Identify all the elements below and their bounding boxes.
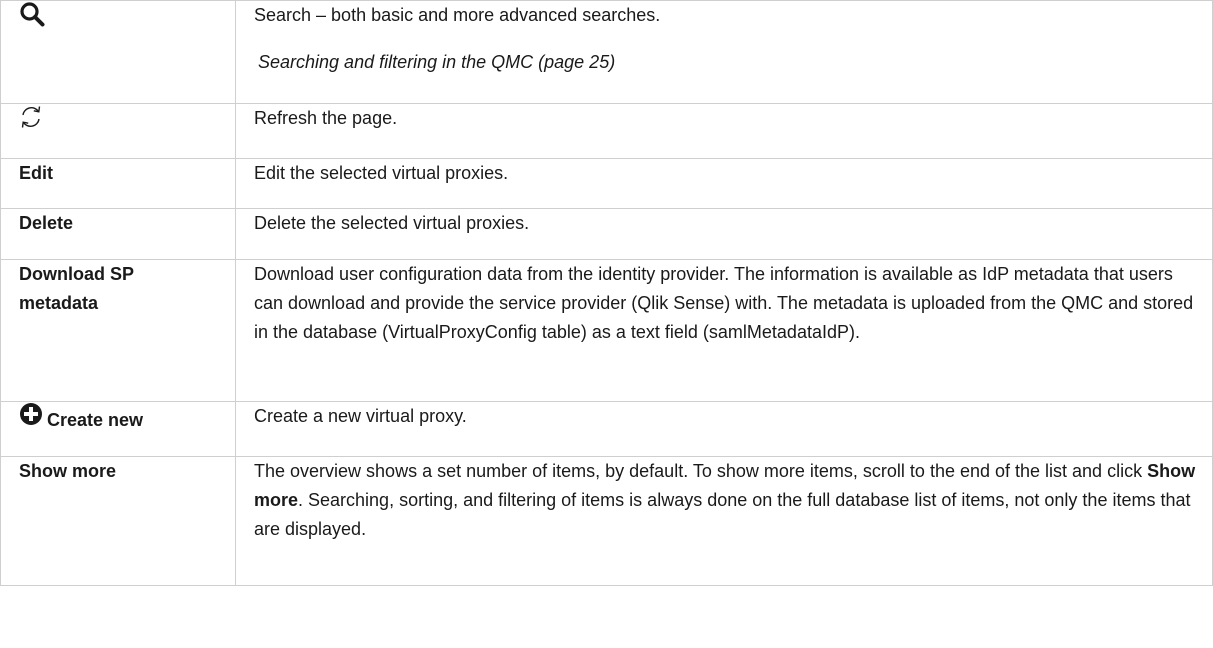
term-cell: Download SP metadata xyxy=(0,259,236,402)
term-label: Create new xyxy=(47,410,144,430)
term-label: Edit xyxy=(19,163,53,183)
description-text: . Searching, sorting, and filtering of i… xyxy=(254,490,1191,539)
description-cell: Search – both basic and more advanced se… xyxy=(235,0,1213,104)
table-row: Create new Create a new virtual proxy. xyxy=(0,401,1213,457)
description-cell: Download user configuration data from th… xyxy=(235,259,1213,402)
description-text: The overview shows a set number of items… xyxy=(254,461,1148,481)
term-label: Show more xyxy=(19,461,117,481)
table-row: Show more The overview shows a set numbe… xyxy=(0,456,1213,586)
term-label: Download SP metadata xyxy=(19,264,134,313)
term-cell: Show more xyxy=(0,456,236,586)
table-row: Refresh the page. xyxy=(0,103,1213,159)
description-text: Edit the selected virtual proxies. xyxy=(254,163,509,183)
description-cell: Edit the selected virtual proxies. xyxy=(235,158,1213,209)
cross-reference-link[interactable]: Searching and filtering in the QMC (page… xyxy=(254,48,1194,77)
search-icon xyxy=(19,1,45,36)
table-row: Download SP metadata Download user confi… xyxy=(0,259,1213,402)
table-row: Delete Delete the selected virtual proxi… xyxy=(0,208,1213,260)
description-text: Search – both basic and more advanced se… xyxy=(254,5,661,25)
description-text: Refresh the page. xyxy=(254,108,398,128)
term-cell xyxy=(0,0,236,104)
plus-circle-icon xyxy=(19,402,43,435)
refresh-icon xyxy=(19,104,43,139)
description-cell: Refresh the page. xyxy=(235,103,1213,159)
term-cell: Edit xyxy=(0,158,236,209)
reference-table: Search – both basic and more advanced se… xyxy=(0,0,1213,586)
description-cell: The overview shows a set number of items… xyxy=(235,456,1213,586)
term-cell: Create new xyxy=(0,401,236,457)
table-row: Search – both basic and more advanced se… xyxy=(0,0,1213,104)
description-text: Create a new virtual proxy. xyxy=(254,406,467,426)
description-cell: Delete the selected virtual proxies. xyxy=(235,208,1213,260)
term-label: Delete xyxy=(19,213,74,233)
table-row: Edit Edit the selected virtual proxies. xyxy=(0,158,1213,209)
description-text: Delete the selected virtual proxies. xyxy=(254,213,530,233)
description-text: Download user configuration data from th… xyxy=(254,264,1194,342)
term-cell xyxy=(0,103,236,159)
description-cell: Create a new virtual proxy. xyxy=(235,401,1213,457)
term-cell: Delete xyxy=(0,208,236,260)
